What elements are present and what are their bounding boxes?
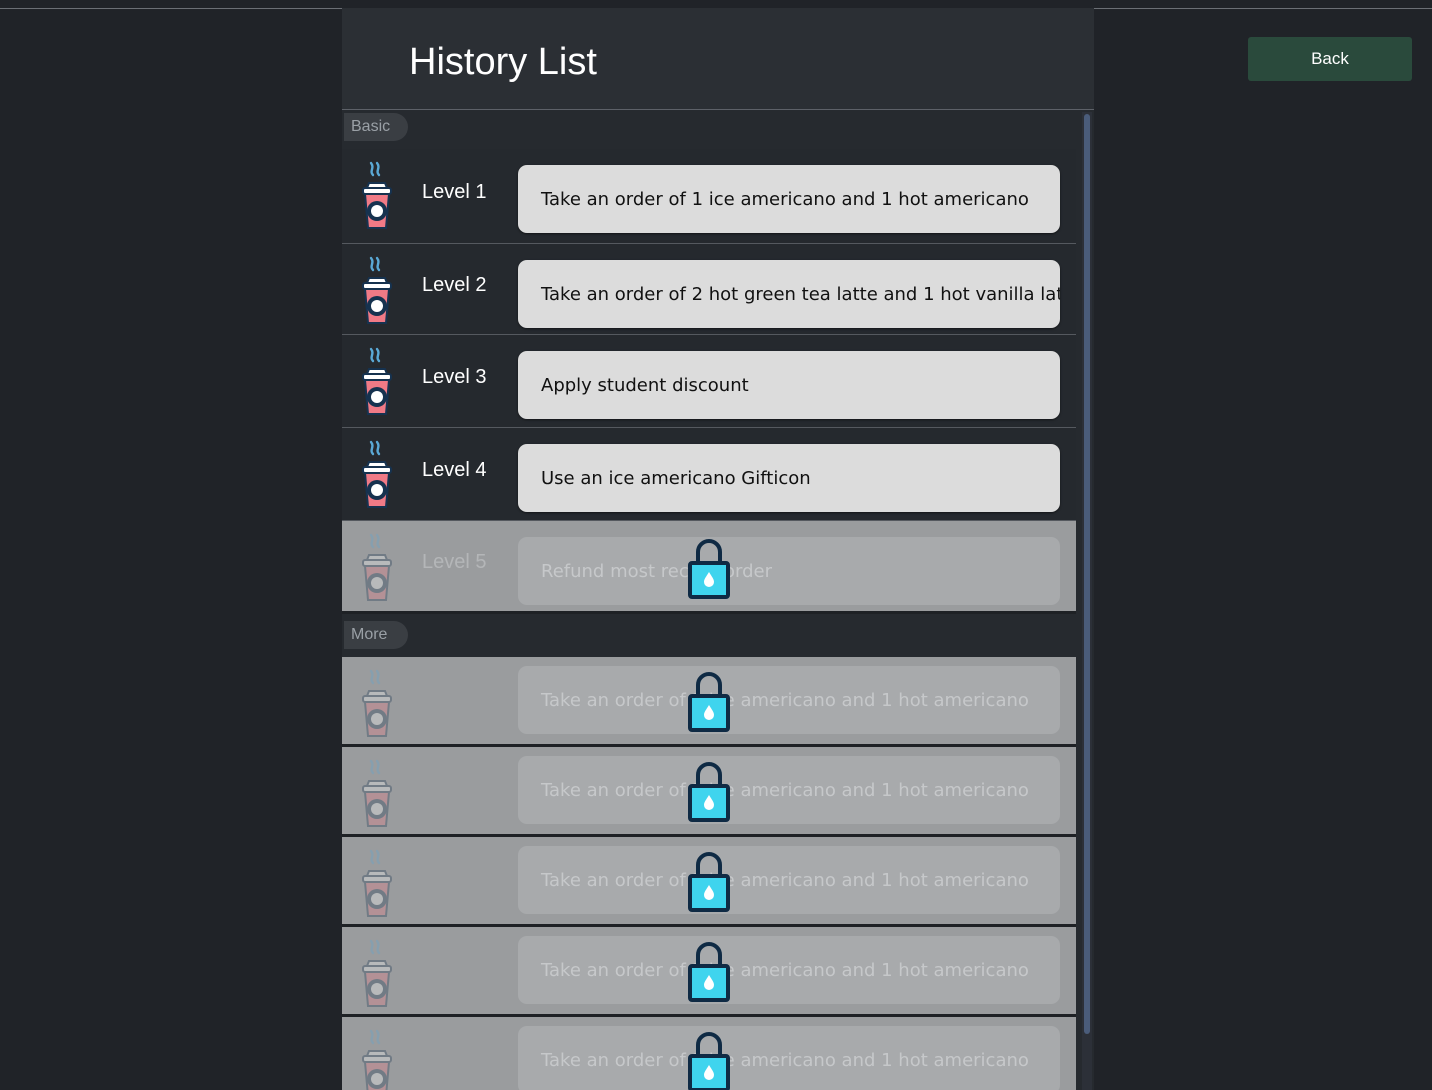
level-row-locked[interactable]: Take an order of 1 ice americano and 1 h… [342, 837, 1076, 927]
coffee-cup-icon [358, 849, 396, 921]
level-row-locked[interactable]: Take an order of 1 ice americano and 1 h… [342, 927, 1076, 1017]
level-row[interactable]: Level 4 Use an ice americano Gifticon [342, 428, 1076, 521]
coffee-cup-icon [358, 759, 396, 831]
level-row[interactable]: Level 2 Take an order of 2 hot green tea … [342, 244, 1076, 335]
padlock-icon [688, 1032, 730, 1090]
level-description[interactable]: Take an order of 1 ice americano and 1 h… [518, 666, 1060, 734]
level-row[interactable]: Level 1 Take an order of 1 ice americano … [342, 149, 1076, 244]
back-button[interactable]: Back [1248, 37, 1412, 81]
level-description[interactable]: Take an order of 1 ice americano and 1 h… [518, 165, 1060, 233]
level-label: Level 3 [422, 365, 487, 388]
padlock-icon [688, 672, 730, 734]
coffee-cup-icon [358, 1029, 396, 1090]
level-description[interactable]: Take an order of 1 ice americano and 1 h… [518, 936, 1060, 1004]
scrollbar-thumb[interactable] [1084, 114, 1090, 1034]
level-row[interactable]: Level 3 Apply student discount [342, 335, 1076, 428]
coffee-cup-icon [358, 669, 396, 741]
level-label: Level 2 [422, 273, 487, 296]
level-row-locked[interactable]: Take an order of 1 ice americano and 1 h… [342, 657, 1076, 747]
section-label: More [344, 621, 408, 649]
history-panel: History List Basic Level 1 Take an order o… [342, 8, 1094, 1090]
level-description[interactable]: Apply student discount [518, 351, 1060, 419]
panel-header: History List [342, 8, 1094, 110]
padlock-icon [688, 539, 730, 601]
level-label: Level 1 [422, 180, 487, 203]
level-description[interactable]: Refund most recent order [518, 537, 1060, 605]
padlock-icon [688, 852, 730, 914]
level-description[interactable]: Take an order of 1 ice americano and 1 h… [518, 1026, 1060, 1090]
padlock-icon [688, 942, 730, 1004]
level-description[interactable]: Take an order of 1 ice americano and 1 h… [518, 846, 1060, 914]
coffee-cup-icon [358, 347, 396, 419]
coffee-cup-icon [358, 533, 396, 605]
level-label: Level 5 [422, 550, 487, 573]
level-label: Level 4 [422, 458, 487, 481]
coffee-cup-icon [358, 939, 396, 1011]
coffee-cup-icon [358, 440, 396, 512]
padlock-icon [688, 762, 730, 824]
page-title: History List [409, 41, 597, 83]
level-row-locked[interactable]: Take an order of 1 ice americano and 1 h… [342, 1017, 1076, 1090]
coffee-cup-icon [358, 161, 396, 233]
level-description[interactable]: Take an order of 2 hot green tea latte a… [518, 260, 1060, 328]
section-label: Basic [344, 113, 408, 141]
level-description[interactable]: Use an ice americano Gifticon [518, 444, 1060, 512]
coffee-cup-icon [358, 256, 396, 328]
level-description[interactable]: Take an order of 1 ice americano and 1 h… [518, 756, 1060, 824]
level-row-locked[interactable]: Take an order of 1 ice americano and 1 h… [342, 747, 1076, 837]
level-row-locked[interactable]: Level 5 Refund most recent order [342, 521, 1076, 614]
